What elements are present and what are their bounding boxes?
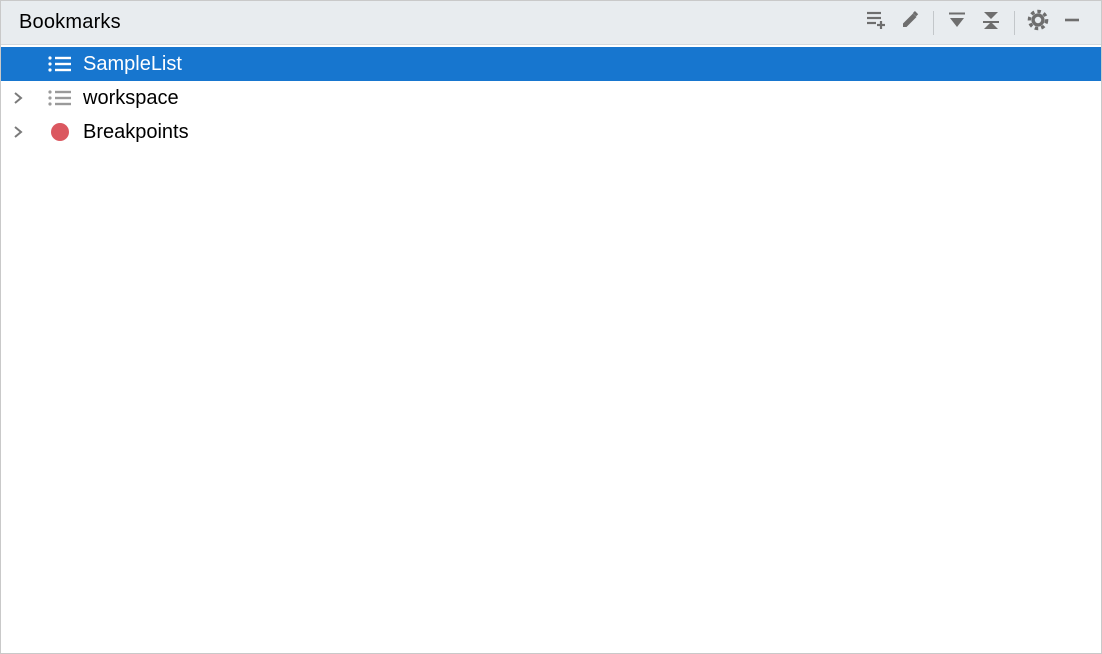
tree-item-samplelist[interactable]: SampleList: [1, 47, 1101, 81]
breakpoint-icon: [45, 120, 75, 144]
add-list-button[interactable]: [859, 1, 893, 44]
tree-item-label: SampleList: [81, 53, 182, 76]
bookmarks-panel: Bookmarks: [0, 0, 1102, 654]
tree-item-label: workspace: [81, 87, 179, 110]
pencil-icon: [900, 10, 920, 36]
panel-toolbar: [859, 1, 1089, 44]
tree-item-label: Breakpoints: [81, 121, 189, 144]
bookmarks-tree[interactable]: SampleList: [1, 45, 1101, 653]
collapse-all-button[interactable]: [974, 1, 1008, 44]
list-icon: [45, 86, 75, 110]
chevron-right-icon[interactable]: [7, 121, 29, 143]
expand-all-button[interactable]: [940, 1, 974, 44]
tree-item-breakpoints[interactable]: Breakpoints: [1, 115, 1101, 149]
expand-all-icon: [947, 10, 967, 36]
list-icon: [45, 52, 75, 76]
minimize-button[interactable]: [1055, 1, 1089, 44]
tree-item-workspace[interactable]: workspace: [1, 81, 1101, 115]
collapse-all-icon: [981, 10, 1001, 36]
toolbar-separator: [933, 11, 934, 35]
edit-button[interactable]: [893, 1, 927, 44]
toolbar-separator: [1014, 11, 1015, 35]
add-list-icon: [865, 10, 887, 36]
minimize-icon: [1062, 10, 1082, 36]
gear-icon: [1027, 9, 1049, 37]
panel-title: Bookmarks: [19, 11, 121, 34]
panel-header: Bookmarks: [1, 1, 1101, 45]
settings-button[interactable]: [1021, 1, 1055, 44]
chevron-right-icon[interactable]: [7, 87, 29, 109]
